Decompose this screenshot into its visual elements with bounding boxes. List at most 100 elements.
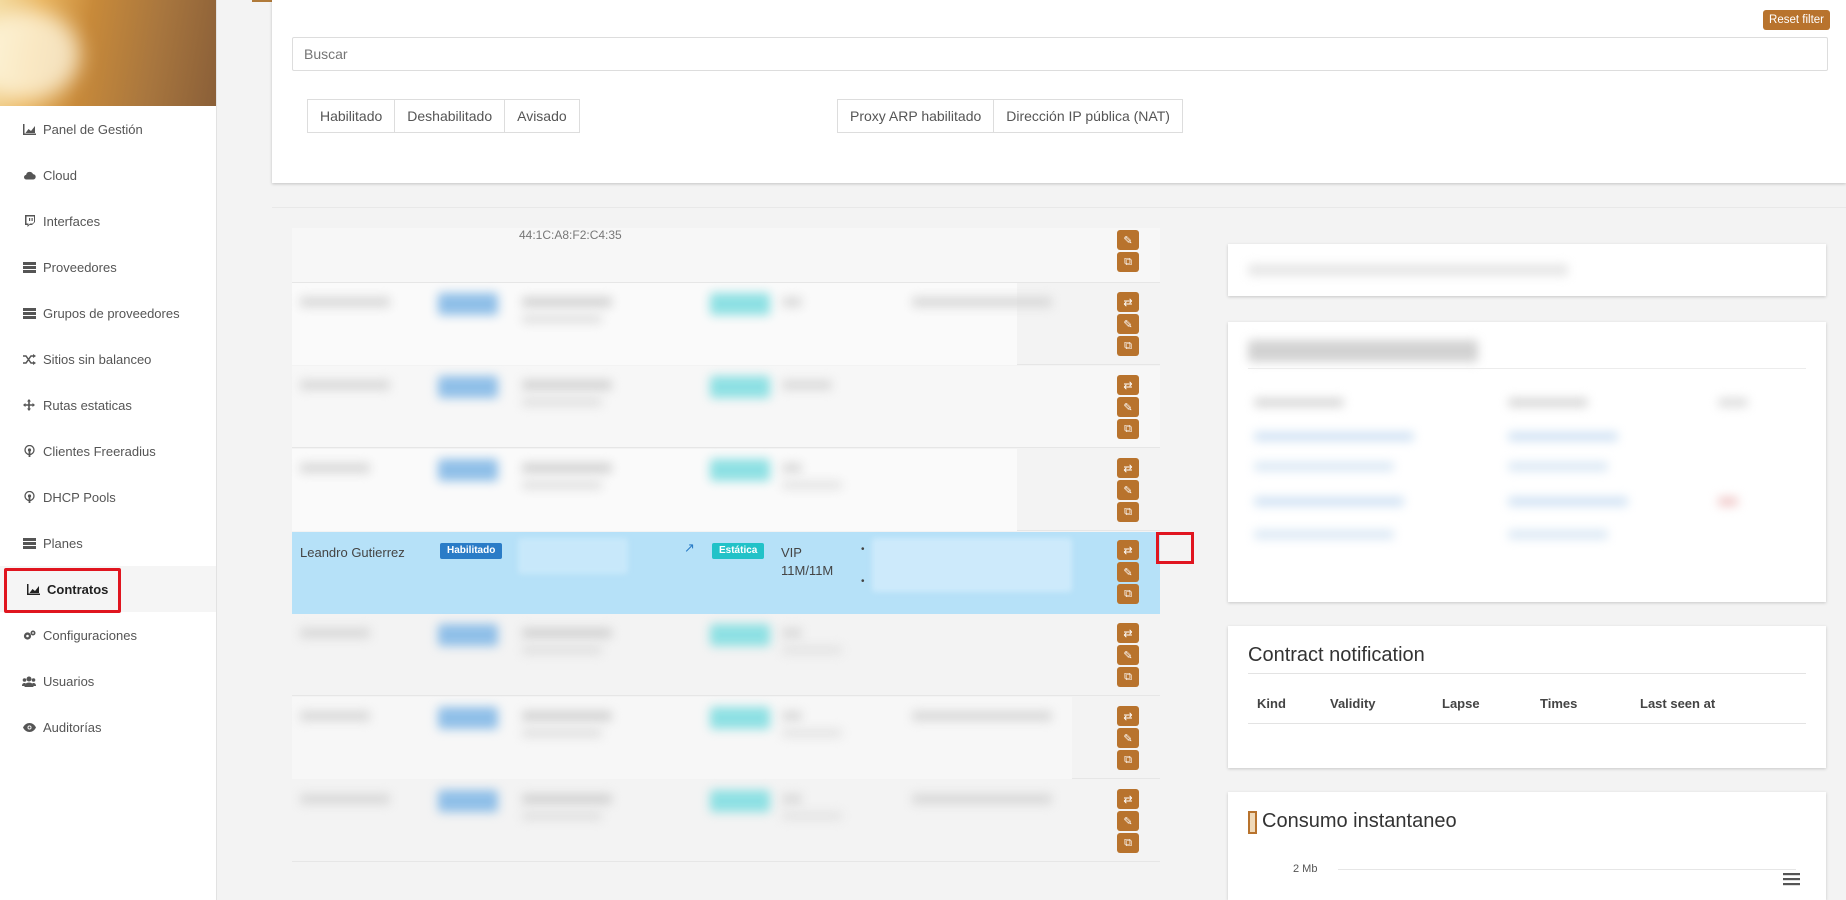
contract-name: Leandro Gutierrez [300,545,405,560]
col-times: Times [1540,696,1578,711]
copy-icon: ⧉ [1124,422,1132,435]
copy-button[interactable]: ⧉ [1117,833,1139,853]
highlight-box-swap [1156,532,1194,564]
col-last-seen: Last seen at [1640,696,1716,711]
copy-button[interactable]: ⧉ [1117,502,1139,522]
sidebar-item-clientes-freeradius[interactable]: Clientes Freeradius [0,428,216,474]
filter-nat-button[interactable]: Dirección IP pública (NAT) [993,99,1183,133]
plan-name: VIP [781,545,802,560]
chart-menu-icon[interactable] [1783,872,1800,886]
table-row[interactable] [292,697,1160,779]
table-row[interactable] [292,614,1160,696]
copy-button[interactable]: ⧉ [1117,750,1139,770]
row-actions: ⇄ ✎ ⧉ [1117,292,1139,356]
notification-title: Contract notification [1248,644,1425,666]
filter-habilitado-button[interactable]: Habilitado [307,99,396,133]
pencil-icon: ✎ [1123,732,1133,745]
y-axis-tick: 2 Mb [1293,863,1318,875]
table-row[interactable] [292,366,1160,448]
copy-button[interactable]: ⧉ [1117,667,1139,687]
table-row[interactable]: 44:1C:A8:F2:C4:35 [292,228,1160,283]
table-row-selected[interactable]: Leandro Gutierrez Habilitado ↗ Estática … [292,532,1160,614]
row-actions: ⇄ ✎ ⧉ [1117,540,1139,604]
sidebar-item-cloud[interactable]: Cloud [0,152,216,198]
server-icon [22,537,36,549]
pencil-icon: ✎ [1123,566,1133,579]
reset-filter-button[interactable]: Reset filter [1763,10,1830,30]
sidebar-item-interfaces[interactable]: Interfaces [0,198,216,244]
contract-summary-panel [1228,244,1826,296]
row-actions: ⇄ ✎ ⧉ [1117,789,1139,853]
feature-filter-group: Proxy ARP habilitado Dirección IP públic… [837,99,1183,133]
sidebar-nav: Panel de Gestión Cloud Interfaces Provee… [0,106,216,750]
cogs-icon [22,629,36,641]
users-icon [22,675,36,687]
swap-button[interactable]: ⇄ [1117,540,1139,560]
copy-icon: ⧉ [1124,670,1132,683]
exchange-icon: ⇄ [1123,296,1133,309]
contract-details-panel [1228,322,1826,602]
highlight-box-contratos [4,568,121,613]
copy-button[interactable]: ⧉ [1117,252,1139,272]
filter-proxy-arp-button[interactable]: Proxy ARP habilitado [837,99,995,133]
edit-button[interactable]: ✎ [1117,811,1139,831]
sidebar-item-usuarios[interactable]: Usuarios [0,658,216,704]
sidebar-item-sitios-sin-balanceo[interactable]: Sitios sin balanceo [0,336,216,382]
cloud-icon [22,169,36,181]
table-row[interactable] [292,780,1160,862]
edit-button[interactable]: ✎ [1117,480,1139,500]
edit-button[interactable]: ✎ [1117,645,1139,665]
sidebar-item-panel-de-gestion[interactable]: Panel de Gestión [0,106,216,152]
sidebar-item-rutas-estaticas[interactable]: Rutas estaticas [0,382,216,428]
sidebar-item-planes[interactable]: Planes [0,520,216,566]
copy-icon: ⧉ [1124,836,1132,849]
mac-address: 44:1C:A8:F2:C4:35 [519,228,622,242]
consumo-panel: Consumo instantaneo 2 Mb [1228,792,1826,900]
random-icon [22,353,36,365]
edit-button[interactable]: ✎ [1117,230,1139,250]
swap-button[interactable]: ⇄ [1117,375,1139,395]
divider [272,207,1846,208]
plan-speed: 11M/11M [781,563,834,578]
pencil-icon: ✎ [1123,649,1133,662]
copy-button[interactable]: ⧉ [1117,419,1139,439]
pencil-icon: ✎ [1123,815,1133,828]
pencil-icon: ✎ [1123,484,1133,497]
podcast-icon [22,491,36,503]
status-filter-group: Habilitado Deshabilitado Avisado [307,99,580,133]
table-row[interactable] [292,283,1160,365]
row-actions: ⇄ ✎ ⧉ [1117,706,1139,770]
swap-button[interactable]: ⇄ [1117,458,1139,478]
swap-button[interactable]: ⇄ [1117,789,1139,809]
sidebar-item-configuraciones[interactable]: Configuraciones [0,612,216,658]
edit-button[interactable]: ✎ [1117,562,1139,582]
pencil-icon: ✎ [1123,318,1133,331]
external-link-icon[interactable]: ↗ [684,540,695,556]
edit-button[interactable]: ✎ [1117,728,1139,748]
status-badge: Habilitado [440,543,503,559]
sidebar-item-grupos-de-proveedores[interactable]: Grupos de proveedores [0,290,216,336]
sidebar-item-dhcp-pools[interactable]: DHCP Pools [0,474,216,520]
filter-avisado-button[interactable]: Avisado [504,99,580,133]
eye-icon [22,721,36,733]
area-chart-icon [22,123,36,135]
edit-button[interactable]: ✎ [1117,314,1139,334]
table-row[interactable] [292,449,1160,531]
search-input[interactable] [292,37,1828,71]
notification-table-header: Kind Validity Lapse Times Last seen at [1248,696,1806,711]
swap-button[interactable]: ⇄ [1117,706,1139,726]
sidebar-item-auditorias[interactable]: Auditorías [0,704,216,750]
edit-button[interactable]: ✎ [1117,397,1139,417]
podcast-icon [22,445,36,457]
copy-button[interactable]: ⧉ [1117,584,1139,604]
filter-panel: Reset filter Habilitado Deshabilitado Av… [272,0,1846,183]
copy-button[interactable]: ⧉ [1117,336,1139,356]
sidebar-item-proveedores[interactable]: Proveedores [0,244,216,290]
info-icon[interactable] [1248,811,1257,834]
exchange-icon: ⇄ [1123,544,1133,557]
row-actions: ⇄ ✎ ⧉ [1117,458,1139,522]
filter-deshabilitado-button[interactable]: Deshabilitado [394,99,506,133]
swap-button[interactable]: ⇄ [1117,623,1139,643]
sidebar: Panel de Gestión Cloud Interfaces Provee… [0,0,217,900]
swap-button[interactable]: ⇄ [1117,292,1139,312]
